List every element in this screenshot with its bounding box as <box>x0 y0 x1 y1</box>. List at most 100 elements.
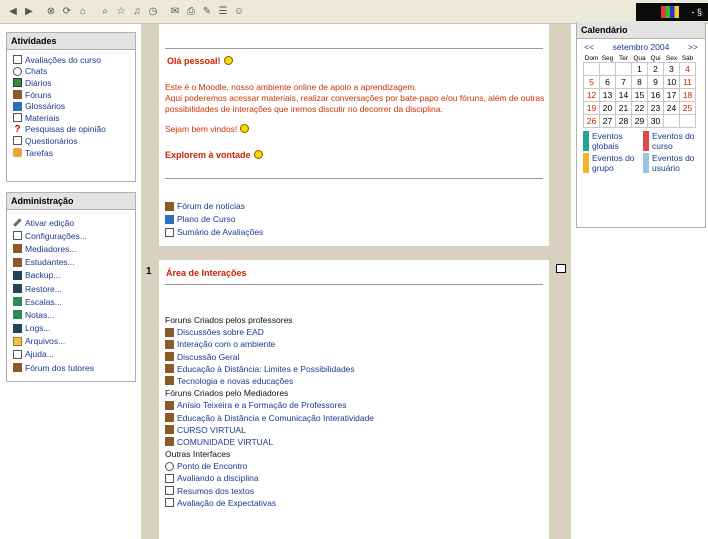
windows-logo-icon <box>661 6 680 18</box>
activity-item[interactable]: Avaliações do curso <box>13 54 129 66</box>
calendar-day[interactable]: 23 <box>647 101 664 115</box>
smiley-icon <box>223 56 233 65</box>
section-highlight-toggle[interactable] <box>556 264 566 273</box>
window-controls-text[interactable]: - § <box>691 7 702 17</box>
refresh-icon[interactable]: ⟳ <box>60 5 74 19</box>
calendar-day[interactable]: 29 <box>631 114 648 128</box>
mail-icon[interactable]: ✉ <box>168 5 182 19</box>
calendar-day[interactable]: 13 <box>599 88 616 102</box>
back-icon[interactable]: ◀ <box>6 5 20 19</box>
history-icon[interactable]: ◷ <box>146 5 160 19</box>
admin-item[interactable]: Arquivos... <box>13 335 129 348</box>
media-icon[interactable]: ♫ <box>130 5 144 19</box>
admin-item[interactable]: Mediadores... <box>13 242 129 255</box>
calendar-day[interactable]: 3 <box>663 62 680 76</box>
legend-course-events[interactable]: Eventos do curso <box>643 131 699 151</box>
forum-link[interactable]: Discussões sobre EAD <box>165 327 374 337</box>
forum-link[interactable]: CURSO VIRTUAL <box>165 425 374 435</box>
calendar-day[interactable]: 19 <box>583 101 600 115</box>
forum-link[interactable]: Anísio Teixeira e a Formação de Professo… <box>165 400 374 410</box>
calendar-day[interactable]: 16 <box>647 88 664 102</box>
admin-item[interactable]: Ativar edição <box>13 216 129 229</box>
folder-icon <box>13 336 22 346</box>
activity-item[interactable]: Glossários <box>13 100 129 112</box>
home-icon[interactable]: ⌂ <box>76 5 90 19</box>
calendar-day[interactable]: 8 <box>631 75 648 89</box>
discuss-icon[interactable]: ☰ <box>216 5 230 19</box>
edit-icon[interactable]: ✎ <box>200 5 214 19</box>
calendar-day[interactable]: 26 <box>583 114 600 128</box>
question-icon: ? <box>14 123 21 135</box>
admin-item[interactable]: Configurações... <box>13 229 129 242</box>
messenger-icon[interactable]: ☺ <box>232 5 246 19</box>
favorites-icon[interactable]: ☆ <box>114 5 128 19</box>
calendar-week: 5 6 7 8 9 10 11 <box>583 75 696 89</box>
admin-item[interactable]: Notas... <box>13 308 129 321</box>
calendar-day[interactable]: 4 <box>679 62 696 76</box>
admin-item[interactable]: Ajuda... <box>13 348 129 361</box>
document-icon <box>165 227 174 237</box>
assessment-summary-link[interactable]: Sumário de Avaliações <box>165 227 263 237</box>
activity-item[interactable]: Chats <box>13 66 129 78</box>
calendar-day[interactable]: 20 <box>599 101 616 115</box>
calendar-day[interactable]: 12 <box>583 88 600 102</box>
calendar-day[interactable]: 22 <box>631 101 648 115</box>
admin-block: Administração Ativar edição Configuraçõe… <box>6 192 136 382</box>
calendar-prev-button[interactable]: << <box>584 42 594 52</box>
admin-item[interactable]: Logs... <box>13 322 129 335</box>
calendar-day[interactable]: 25 <box>679 101 696 115</box>
calendar-day[interactable]: 21 <box>615 101 632 115</box>
calendar-day[interactable]: 17 <box>663 88 680 102</box>
calendar-day[interactable]: 6 <box>599 75 616 89</box>
forum-link[interactable]: Discussão Geral <box>165 352 374 362</box>
activity-item[interactable]: Materiais <box>13 112 129 124</box>
calendar-day[interactable]: 2 <box>647 62 664 76</box>
admin-item[interactable]: Fórum dos tutores <box>13 361 129 374</box>
calendar-month[interactable]: setembro 2004 <box>613 42 670 52</box>
forum-link[interactable]: Educação à Distância: Limites e Possibil… <box>165 364 374 374</box>
calendar-day[interactable]: 27 <box>599 114 616 128</box>
calendar-next-button[interactable]: >> <box>688 42 698 52</box>
activity-item[interactable]: Diários <box>13 77 129 89</box>
admin-item[interactable]: Estudantes... <box>13 256 129 269</box>
calendar-day[interactable]: 9 <box>647 75 664 89</box>
forward-icon[interactable]: ▶ <box>22 5 36 19</box>
legend-global-events[interactable]: Eventos globais <box>583 131 639 151</box>
legend-group-events[interactable]: Eventos do grupo <box>583 153 639 173</box>
calendar-day[interactable]: 18 <box>679 88 696 102</box>
chat-link[interactable]: Ponto de Encontro <box>165 461 374 471</box>
calendar-day[interactable]: 10 <box>663 75 680 89</box>
calendar-day[interactable]: 28 <box>615 114 632 128</box>
divider <box>165 284 543 285</box>
calendar-day[interactable]: 5 <box>583 75 600 89</box>
calendar-day[interactable]: 15 <box>631 88 648 102</box>
news-forum-link[interactable]: Fórum de notícias <box>165 201 263 211</box>
forum-link[interactable]: COMUNIDADE VIRTUAL <box>165 437 374 447</box>
forum-link[interactable]: Tecnologia e novas educações <box>165 376 374 386</box>
activity-item[interactable]: Questionários <box>13 135 129 147</box>
forum-link[interactable]: Interação com o ambiente <box>165 339 374 349</box>
assignment-link[interactable]: Avaliando a disciplina <box>165 473 374 483</box>
survey-link[interactable]: Avaliação de Expectativas <box>165 498 374 508</box>
calendar-grid: Dom Seg Ter Qua Qui Sex Sáb 1 2 3 4 5 6 … <box>583 55 696 128</box>
admin-item[interactable]: Restore... <box>13 282 129 295</box>
calendar-day[interactable]: 14 <box>615 88 632 102</box>
admin-item[interactable]: Backup... <box>13 269 129 282</box>
admin-item[interactable]: Escalas... <box>13 295 129 308</box>
calendar-day[interactable]: 11 <box>679 75 696 89</box>
assignment-link[interactable]: Resumos dos textos <box>165 486 374 496</box>
window-controls[interactable]: - § <box>636 3 708 21</box>
calendar-day[interactable]: 7 <box>615 75 632 89</box>
forum-link[interactable]: Educação à Distância e Comunicação Inter… <box>165 413 374 423</box>
legend-user-events[interactable]: Eventos do usuário <box>643 153 699 173</box>
course-plan-link[interactable]: Plano de Curso <box>165 214 263 224</box>
calendar-day[interactable]: 24 <box>663 101 680 115</box>
search-icon[interactable]: ⌕ <box>98 5 112 19</box>
calendar-day[interactable]: 30 <box>647 114 664 128</box>
activity-item[interactable]: Fóruns <box>13 89 129 101</box>
activity-item[interactable]: ? Pesquisas de opinião <box>13 124 129 136</box>
stop-icon[interactable]: ⊗ <box>44 5 58 19</box>
print-icon[interactable]: ⎙ <box>184 5 198 19</box>
activity-item[interactable]: Tarefas <box>13 147 129 159</box>
calendar-day[interactable]: 1 <box>631 62 648 76</box>
